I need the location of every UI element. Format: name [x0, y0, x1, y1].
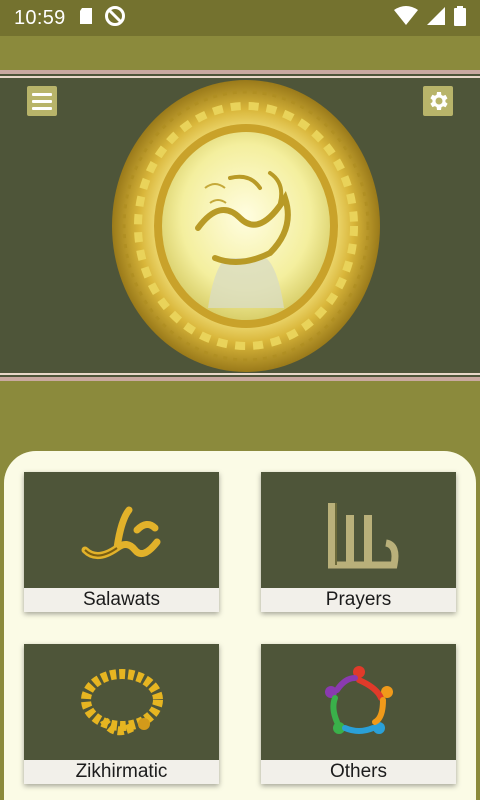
battery-icon: [454, 5, 466, 31]
tile-label: Prayers: [261, 588, 456, 612]
zikhirmatic-tile[interactable]: Zikhirmatic: [24, 644, 219, 784]
colorful-people-circle-icon: [261, 644, 456, 760]
gear-icon[interactable]: [423, 86, 453, 116]
status-time: 10:59: [14, 6, 66, 29]
no-disturb-icon: [104, 5, 126, 32]
others-tile[interactable]: Others: [261, 644, 456, 784]
salawats-tile[interactable]: Salawats: [24, 472, 219, 612]
tile-label: Salawats: [24, 588, 219, 612]
top-band: [0, 36, 480, 70]
mid-band: [0, 381, 480, 451]
hamburger-menu-icon[interactable]: [27, 86, 57, 116]
muhammad-calligraphy-icon: [24, 472, 219, 588]
header-banner: [0, 70, 480, 381]
menu-card: Salawats Prayers Zikhirmatic Others: [4, 451, 476, 800]
prayers-tile[interactable]: Prayers: [261, 472, 456, 612]
signal-icon: [426, 6, 446, 31]
sd-card-icon: [78, 7, 94, 30]
tile-label: Others: [261, 760, 456, 784]
tile-label: Zikhirmatic: [24, 760, 219, 784]
wifi-icon: [394, 5, 418, 31]
allah-calligraphy-icon: [261, 472, 456, 588]
status-bar: 10:59: [0, 0, 480, 36]
prayer-beads-icon: [24, 644, 219, 760]
muhammad-calligraphy-medallion: [110, 78, 382, 374]
